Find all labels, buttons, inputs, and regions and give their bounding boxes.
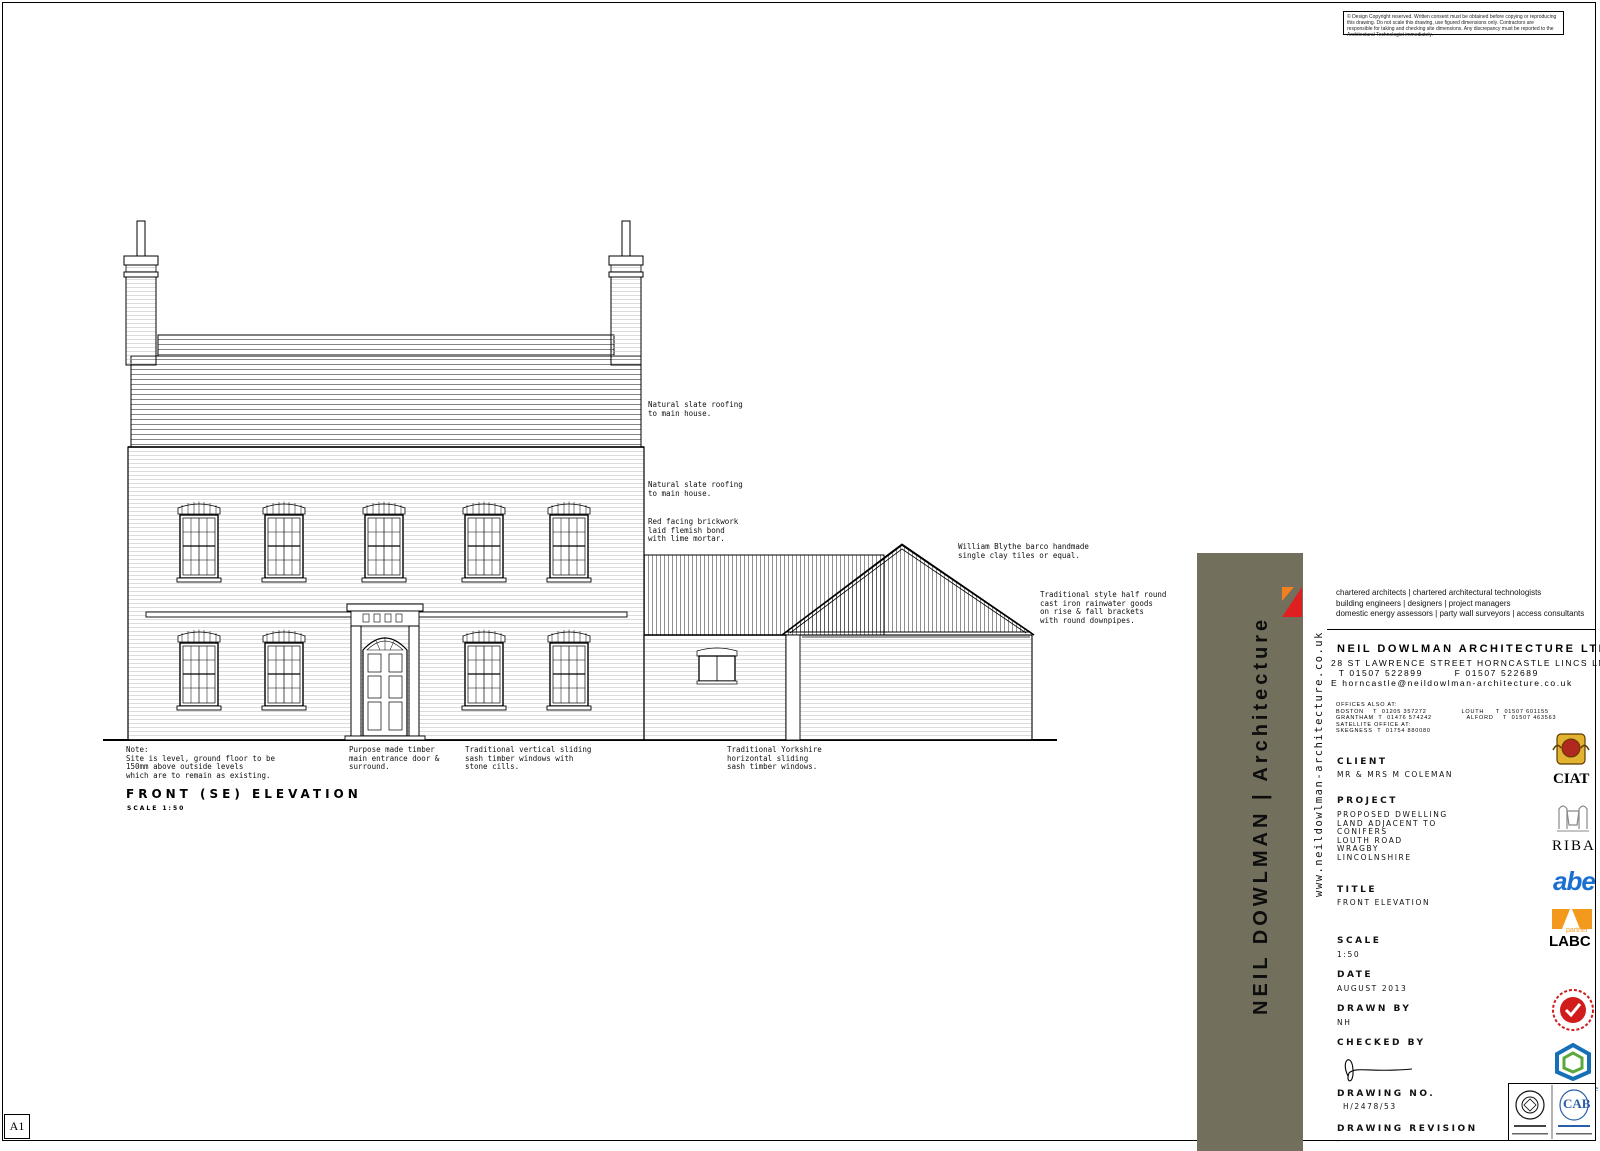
project-label: PROJECT: [1337, 796, 1398, 806]
service-line: building engineers | designers | project…: [1336, 598, 1511, 608]
ciat-crest-icon: [1552, 733, 1590, 765]
practice-band-text: NEIL DOWLMAN | Architecture: [1250, 615, 1272, 1015]
title-value: FRONT ELEVATION: [1337, 898, 1431, 907]
ciat-logo: CIAT: [1553, 771, 1590, 787]
drawing-number-value: H/2478/53: [1343, 1102, 1397, 1111]
firm-address: 28 ST LAWRENCE STREET HORNCASTLE LINCS L…: [1331, 658, 1600, 688]
sheet-size-label: A1: [4, 1114, 30, 1139]
note-slate-roof: Natural slate roofing to main house.: [648, 400, 743, 418]
practice-logo-icon: [1282, 587, 1302, 617]
date-value: AUGUST 2013: [1337, 984, 1408, 993]
revision-value: -: [1337, 1136, 1342, 1145]
abe-logo: abe: [1553, 866, 1596, 896]
divider: [1327, 629, 1595, 630]
note-slate-roof-2: Natural slate roofing to main house.: [648, 480, 743, 498]
labc-logo: LABC: [1549, 933, 1591, 950]
elevation-title: FRONT (SE) ELEVATION: [126, 787, 362, 801]
firm-offices: OFFICES ALSO AT: BOSTON T 01205 357272 L…: [1336, 702, 1557, 734]
checked-by-label: CHECKED BY: [1337, 1038, 1426, 1048]
note-yorkshire-windows: Traditional Yorkshire horizontal sliding…: [727, 745, 822, 771]
date-label: DATE: [1337, 970, 1374, 980]
scale-label: SCALE: [1337, 936, 1382, 946]
iso-certificate-icon: [1508, 1083, 1596, 1141]
labc-mark-icon: [1552, 909, 1592, 929]
client-value: MR & MRS M COLEMAN: [1337, 770, 1454, 779]
note-brickwork: Red facing brickwork laid flemish bond w…: [648, 517, 739, 543]
right-chimney: [608, 220, 644, 366]
riba-crest-icon: [1557, 805, 1589, 832]
title-label: TITLE: [1337, 885, 1378, 895]
scale-value: 1:50: [1337, 950, 1361, 959]
cab-logo: CAB: [1563, 1096, 1591, 1111]
drawn-by-value: NH: [1337, 1018, 1352, 1027]
stars-badge-icon: [1552, 989, 1594, 1031]
drawing-number-label: DRAWING NO.: [1337, 1089, 1436, 1099]
note-clay-tiles: William Blythe barco handmade single cla…: [958, 542, 1089, 560]
entrance-door: [344, 603, 426, 741]
copyright-notice: © Design Copyright reserved. Written con…: [1343, 11, 1564, 38]
note-sash-windows: Traditional vertical sliding sash timber…: [465, 745, 592, 771]
left-chimney: [123, 220, 159, 366]
riba-logo: RIBA: [1552, 838, 1596, 854]
note-entrance-door: Purpose made timber main entrance door &…: [349, 745, 440, 771]
note-rainwater: Traditional style half round cast iron r…: [1040, 590, 1167, 625]
firm-name: NEIL DOWLMAN ARCHITECTURE LTD: [1337, 643, 1600, 655]
drawn-by-label: DRAWN BY: [1337, 1004, 1412, 1014]
note-site-level: Note: Site is level, ground floor to be …: [126, 745, 276, 780]
practice-website: www.neildowlman-architecture.co.uk: [1313, 631, 1325, 897]
constructionline-badge-icon: [1555, 1043, 1591, 1081]
service-line: domestic energy assessors | party wall s…: [1336, 609, 1585, 618]
service-line: chartered architects | chartered archite…: [1336, 588, 1542, 597]
elevation-scale: SCALE 1:50: [127, 805, 186, 812]
revision-label: DRAWING REVISION: [1337, 1124, 1478, 1134]
practice-services: chartered architects | chartered archite…: [1336, 588, 1584, 620]
client-label: CLIENT: [1337, 757, 1388, 767]
project-value: PROPOSED DWELLING LAND ADJACENT TO CONIF…: [1337, 810, 1448, 862]
